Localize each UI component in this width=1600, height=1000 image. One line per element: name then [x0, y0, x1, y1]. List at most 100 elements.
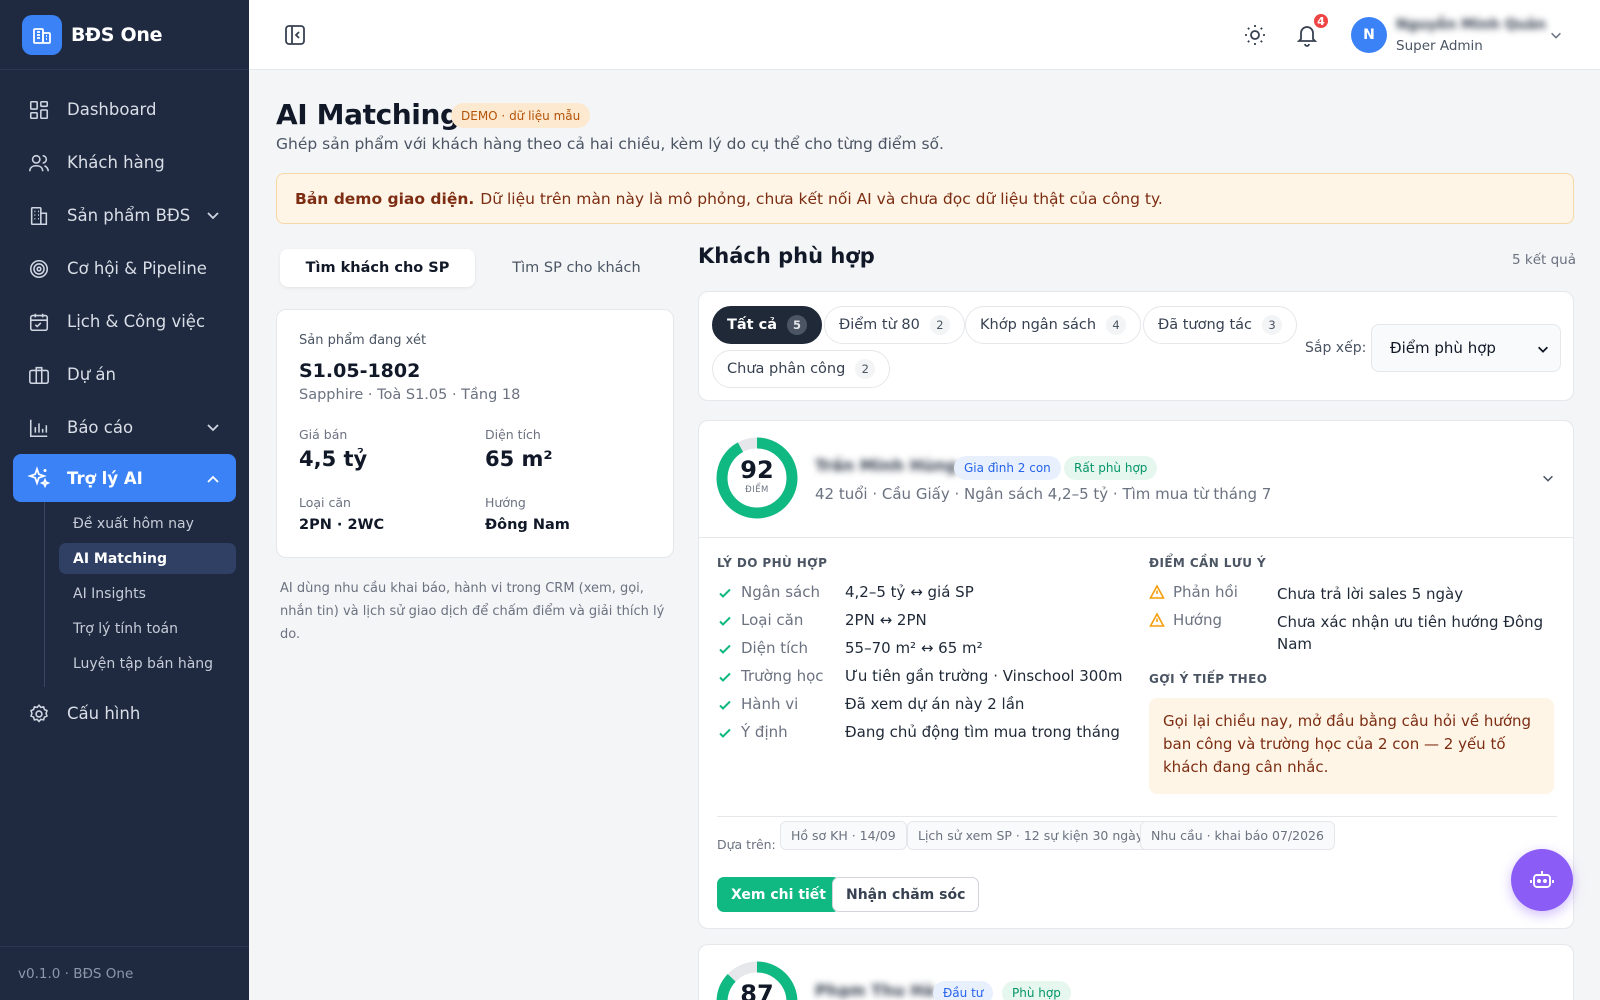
product-location: Sapphire · Toà S1.05 · Tầng 18 [299, 387, 521, 403]
chip-label: Tất cả [727, 317, 778, 333]
sidebar-item-ai-assistant[interactable]: Trợ lý AI [13, 454, 236, 502]
warning-value: Chưa trả lời sales 5 ngày [1277, 585, 1464, 603]
match-score: 87 [740, 980, 774, 1000]
customer-tag: Gia đình 2 con [954, 456, 1061, 480]
subnav-item-sales-training[interactable]: Luyện tập bán hàng [45, 646, 249, 681]
subnav-item-ai-matching[interactable]: AI Matching [59, 543, 236, 574]
chart-icon [27, 416, 51, 440]
sidebar-item-projects[interactable]: Dự án [0, 348, 249, 401]
sidebar-item-label: Trợ lý AI [67, 468, 143, 488]
projects-icon [27, 363, 51, 387]
reason-value: 2PN ↔ 2PN [845, 611, 927, 629]
warning-value: Chưa xác nhận ưu tiên hướng Đông Nam [1277, 613, 1544, 653]
chip-label: Chưa phân công [727, 361, 846, 377]
source-chip: Lịch sử xem SP · 12 sự kiện 30 ngày [907, 821, 1155, 850]
logo-icon [22, 14, 62, 55]
filter-chip-score-80[interactable]: Điểm từ 80 2 [824, 306, 965, 344]
reason-key: Diện tích [741, 639, 809, 657]
customer-name[interactable]: Trần Minh Hùng [815, 456, 957, 475]
warnings-heading: ĐIỂM CẦN LƯU Ý [1149, 556, 1267, 570]
warning-key: Hướng [1173, 611, 1222, 629]
dashboard-icon [27, 98, 51, 122]
tab-find-products[interactable]: Tìm SP cho khách [479, 245, 674, 291]
area-value: 65 m² [485, 447, 553, 471]
chevron-down-icon [207, 424, 219, 432]
sun-icon[interactable] [1243, 23, 1267, 47]
version-label: v0.1.0 · BĐS One [0, 946, 249, 1000]
user-name[interactable]: Nguyễn Minh Quân [1396, 17, 1546, 33]
warning-icon [1149, 612, 1165, 627]
match-card: 87 Phạm Thu Hà Đầu tư Phù hợp [698, 944, 1574, 1000]
next-step-suggestion: Gọi lại chiều nay, mở đầu bằng câu hỏi v… [1149, 698, 1554, 794]
reasons-heading: LÝ DO PHÙ HỢP [717, 556, 828, 570]
check-icon [719, 700, 731, 710]
check-icon [719, 616, 731, 626]
results-title: Khách phù hợp [698, 244, 875, 268]
customer-name[interactable]: Phạm Thu Hà [815, 981, 935, 1000]
chevron-down-icon[interactable] [1541, 471, 1555, 485]
sidebar-item-customers[interactable]: Khách hàng [0, 136, 249, 189]
reason-value: 4,2–5 tỷ ↔ giá SP [845, 583, 974, 601]
filter-chip-unassigned[interactable]: Chưa phân công 2 [712, 350, 891, 388]
sidebar-collapse-icon[interactable] [284, 24, 306, 46]
ai-bot-button[interactable] [1511, 849, 1573, 911]
sidebar-item-calendar[interactable]: Lịch & Công việc [0, 295, 249, 348]
area-label: Diện tích [485, 427, 541, 442]
filter-chip-all[interactable]: Tất cả 5 [712, 306, 823, 344]
check-icon [719, 644, 731, 654]
demo-badge: DEMO · dữ liệu mẫu [451, 103, 591, 128]
direction-value: Đông Nam [485, 517, 570, 533]
check-icon [719, 728, 731, 738]
results-count: 5 kết quả [1512, 252, 1576, 268]
filter-chip-budget-match[interactable]: Khớp ngân sách 4 [965, 306, 1142, 344]
sidebar-item-reports[interactable]: Báo cáo [0, 401, 249, 454]
subnav-item-calculator[interactable]: Trợ lý tính toán [45, 611, 249, 646]
alert-title: Bản demo giao diện. [295, 189, 475, 208]
calendar-icon [27, 310, 51, 334]
tab-find-customers[interactable]: Tìm khách cho SP [280, 249, 475, 287]
sidebar-item-label: Lịch & Công việc [67, 312, 206, 331]
chip-count: 2 [929, 315, 950, 335]
ai-subnav: Đề xuất hôm nay AI Matching AI Insights … [44, 502, 249, 687]
sidebar-item-label: Khách hàng [67, 153, 165, 172]
sidebar-item-products[interactable]: Sản phẩm BĐS [0, 189, 249, 242]
sidebar-item-label: Dự án [67, 365, 116, 384]
reason-key: Ý định [741, 723, 788, 741]
app-name: BĐS One [71, 23, 163, 46]
chevron-down-icon [1538, 346, 1548, 353]
price-value: 4,5 tỷ [299, 447, 368, 471]
reason-key: Ngân sách [741, 583, 820, 601]
sources-label: Dựa trên: [717, 837, 776, 852]
brand[interactable]: BĐS One [0, 0, 249, 70]
subnav-item-ai-insights[interactable]: AI Insights [45, 576, 249, 611]
filter-chip-interacted[interactable]: Đã tương tác 3 [1143, 306, 1298, 344]
view-detail-button[interactable]: Xem chi tiết [717, 877, 840, 912]
chip-count: 5 [787, 315, 808, 335]
robot-icon [1530, 871, 1554, 888]
sidebar-item-pipeline[interactable]: Cơ hội & Pipeline [0, 242, 249, 295]
reason-row: Loại căn 2PN ↔ 2PN [717, 611, 1137, 639]
avatar[interactable]: N [1351, 17, 1387, 53]
filter-panel: Tất cả 5 Điểm từ 80 2 Khớp ngân sách 4 Đ… [698, 291, 1574, 401]
warning-icon [1149, 584, 1165, 599]
product-card-label: Sản phẩm đang xét [299, 333, 427, 348]
reason-value: Đã xem dự án này 2 lần [845, 695, 1025, 713]
match-card: 92 ĐIỂM Trần Minh Hùng Gia đình 2 con Rấ… [698, 420, 1574, 929]
take-care-button[interactable]: Nhận chăm sóc [832, 877, 980, 912]
sparkle-icon [27, 466, 51, 490]
sidebar-item-dashboard[interactable]: Dashboard [0, 83, 249, 136]
check-icon [719, 672, 731, 682]
subnav-item-daily-suggestions[interactable]: Đề xuất hôm nay [45, 506, 249, 541]
fit-tag: Phù hợp [1002, 981, 1071, 1000]
match-direction-tabs: Tìm khách cho SP Tìm SP cho khách [276, 245, 674, 291]
notification-badge: 4 [1312, 12, 1330, 30]
reason-row: Ngân sách 4,2–5 tỷ ↔ giá SP [717, 583, 1137, 611]
chip-count: 2 [855, 359, 876, 379]
warning-key: Phản hồi [1173, 583, 1238, 601]
reason-key: Loại căn [741, 611, 804, 629]
sort-select[interactable]: Điểm phù hợp [1371, 324, 1561, 372]
chevron-down-icon[interactable] [1549, 28, 1563, 42]
chip-label: Đã tương tác [1158, 317, 1253, 333]
customer-tag: Đầu tư [933, 981, 994, 1000]
sidebar-item-settings[interactable]: Cấu hình [0, 687, 249, 740]
